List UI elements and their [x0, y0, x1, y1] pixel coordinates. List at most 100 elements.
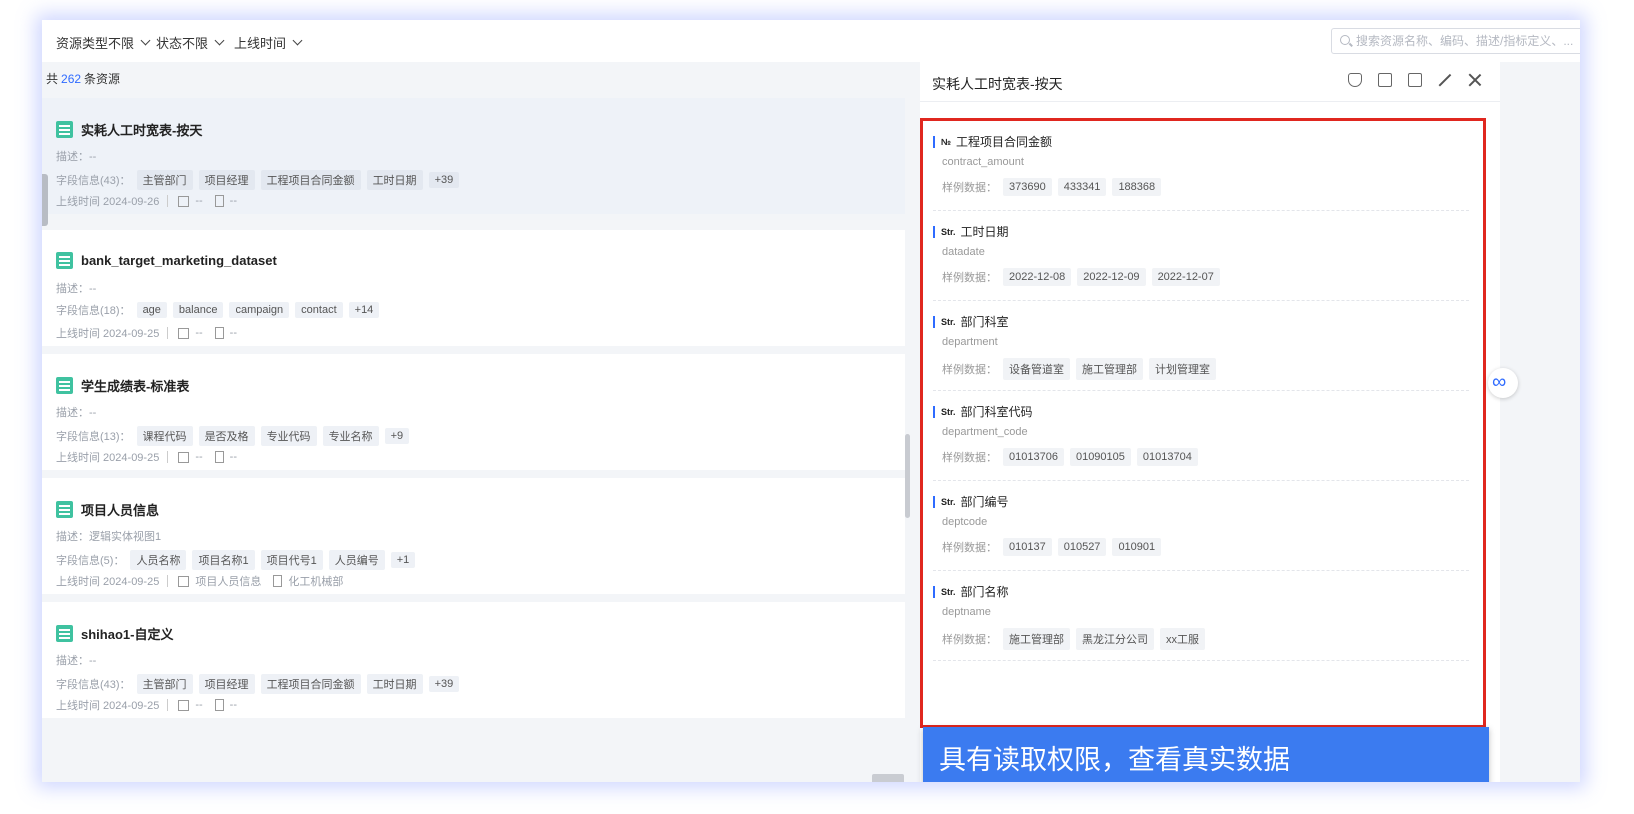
panel-title: 实耗人工时宽表-按天: [932, 76, 1063, 92]
card-title: 学生成绩表-标准表: [81, 379, 190, 394]
field-tag: 是否及格: [198, 426, 255, 446]
field-tag: age: [136, 302, 167, 318]
search-icon: [1340, 35, 1350, 45]
card-meta: 上线时间 2024-09-25 -- --: [56, 699, 237, 712]
more-fields-tag[interactable]: +39: [428, 676, 460, 692]
card-fields: 字段信息(43)： 主管部门 项目经理 工程项目合同金额 工时日期 +39: [56, 674, 460, 694]
expand-icon[interactable]: [1438, 73, 1452, 87]
card-meta: 上线时间 2024-09-25 项目人员信息 化工机械部: [56, 575, 344, 588]
card-title: 项目人员信息: [81, 503, 160, 518]
table-icon: [56, 377, 73, 394]
card-description: 描述：逻辑实体视图1: [56, 531, 162, 543]
field-tag: 项目经理: [198, 170, 255, 190]
detail-panel: 实耗人工时宽表-按天 № 工程项目合同金额 contract_amount 样例数…: [920, 62, 1500, 782]
card-meta: 上线时间 2024-09-25 -- --: [56, 451, 237, 464]
filter-resource-type[interactable]: 资源类型不限: [56, 33, 151, 52]
model-icon: [178, 451, 190, 463]
permission-banner: 具有读取权限，查看真实数据: [923, 727, 1489, 782]
more-fields-tag[interactable]: +39: [428, 172, 460, 188]
search-input[interactable]: 搜索资源名称、编码、描述/指标定义、...: [1331, 28, 1580, 54]
more-fields-tag[interactable]: +9: [384, 428, 410, 444]
filter-status[interactable]: 状态不限: [156, 33, 225, 52]
document-icon: [214, 327, 224, 339]
table-icon: [56, 252, 73, 269]
field-item: Str. 部门编号 deptcode 样例数据： 010137 010527 01090…: [933, 481, 1469, 571]
field-tag: 人员名称: [130, 550, 187, 570]
card-meta: 上线时间 2024-09-26 -- --: [56, 195, 237, 208]
card-fields: 字段信息(5)： 人员名称 项目名称1 项目代号1 人员编号 +1: [56, 550, 416, 570]
field-tag: 工时日期: [366, 170, 423, 190]
field-tag: 工时日期: [366, 674, 423, 694]
card-description: 描述：--: [56, 283, 97, 295]
field-tag: 工程项目合同金额: [260, 170, 361, 190]
field-item: Str. 部门名称 deptname 样例数据： 施工管理部 黑龙江分公司 xx工服: [933, 571, 1469, 661]
resource-card[interactable]: bank_target_marketing_dataset 描述：-- 字段信息…: [42, 230, 905, 346]
field-tag: 专业代码: [260, 426, 317, 446]
card-fields: 字段信息(18)： age balance campaign contact +…: [56, 302, 380, 318]
resource-card[interactable]: 项目人员信息 描述：逻辑实体视图1 字段信息(5)： 人员名称 项目名称1 项目…: [42, 478, 905, 594]
list-scrollbar[interactable]: [905, 434, 910, 518]
assistant-float-icon[interactable]: [1488, 368, 1518, 398]
field-tag: 课程代码: [136, 426, 193, 446]
collapse-handle[interactable]: [42, 174, 48, 226]
resource-card-selected[interactable]: 实耗人工时宽表-按天 描述：-- 字段信息(43)： 主管部门 项目经理 工程项…: [42, 98, 905, 214]
field-tag: balance: [172, 302, 224, 318]
card-description: 描述：--: [56, 655, 97, 667]
more-fields-tag[interactable]: +14: [348, 302, 380, 318]
download-icon[interactable]: [1378, 73, 1392, 87]
back-to-top-button[interactable]: [872, 774, 904, 782]
card-description: 描述：--: [56, 407, 97, 419]
permission-shield-icon[interactable]: [1348, 73, 1362, 87]
field-list-highlight: № 工程项目合同金额 contract_amount 样例数据： 373690 433…: [920, 118, 1489, 782]
resource-list: 实耗人工时宽表-按天 描述：-- 字段信息(43)： 主管部门 项目经理 工程项…: [42, 90, 947, 782]
field-tag: 人员编号: [328, 550, 385, 570]
field-item: Str. 工时日期 datadate 样例数据： 2022-12-08 2022-12…: [933, 211, 1469, 301]
model-icon: [178, 327, 190, 339]
chevron-down-icon: [214, 35, 225, 45]
table-icon: [56, 625, 73, 642]
document-icon: [273, 575, 283, 587]
chevron-down-icon: [140, 35, 151, 45]
string-type-icon: Str.: [941, 226, 956, 237]
panel-header: 实耗人工时宽表-按天: [920, 62, 1500, 102]
more-fields-tag[interactable]: +1: [390, 552, 416, 568]
string-type-icon: Str.: [941, 406, 956, 417]
number-type-icon: №: [941, 136, 952, 147]
resource-count: 共 262 条资源: [46, 72, 121, 86]
field-item: Str. 部门科室代码 department_code 样例数据： 01013706…: [933, 391, 1469, 481]
app-frame: 资源类型不限 状态不限 上线时间 搜索资源名称、编码、描述/指标定义、... 共…: [42, 20, 1580, 782]
resource-card[interactable]: shihao1-自定义 描述：-- 字段信息(43)： 主管部门 项目经理 工程…: [42, 602, 905, 718]
resource-card[interactable]: 学生成绩表-标准表 描述：-- 字段信息(13)： 课程代码 是否及格 专业代码…: [42, 354, 905, 470]
card-title: bank_target_marketing_dataset: [81, 253, 277, 268]
card-fields: 字段信息(13)： 课程代码 是否及格 专业代码 专业名称 +9: [56, 426, 410, 446]
field-tag: 项目代号1: [260, 550, 323, 570]
card-fields: 字段信息(43)： 主管部门 项目经理 工程项目合同金额 工时日期 +39: [56, 170, 460, 190]
field-tag: 工程项目合同金额: [260, 674, 361, 694]
document-icon: [214, 451, 224, 463]
field-tag: 项目名称1: [192, 550, 255, 570]
field-tag: campaign: [229, 302, 290, 318]
table-icon: [56, 121, 73, 138]
card-meta: 上线时间 2024-09-25 -- --: [56, 327, 237, 340]
code-icon[interactable]: [1408, 73, 1422, 87]
model-icon: [178, 195, 190, 207]
field-tag: 专业名称: [322, 426, 379, 446]
chevron-down-icon: [292, 35, 303, 45]
document-icon: [214, 699, 224, 711]
field-tag: 项目经理: [198, 674, 255, 694]
close-icon[interactable]: [1468, 73, 1482, 87]
field-tag: 主管部门: [136, 170, 193, 190]
model-icon: [178, 575, 190, 587]
field-item: № 工程项目合同金额 contract_amount 样例数据： 373690 433…: [933, 121, 1469, 211]
table-icon: [56, 501, 73, 518]
string-type-icon: Str.: [941, 586, 956, 597]
card-title: 实耗人工时宽表-按天: [81, 123, 203, 138]
field-tag: contact: [295, 302, 343, 318]
field-tag: 主管部门: [136, 674, 193, 694]
filter-online-time[interactable]: 上线时间: [234, 33, 303, 52]
card-title: shihao1-自定义: [81, 627, 174, 642]
string-type-icon: Str.: [941, 316, 956, 327]
filter-bar: 资源类型不限 状态不限 上线时间 搜索资源名称、编码、描述/指标定义、...: [42, 20, 1580, 62]
document-icon: [214, 195, 224, 207]
string-type-icon: Str.: [941, 496, 956, 507]
